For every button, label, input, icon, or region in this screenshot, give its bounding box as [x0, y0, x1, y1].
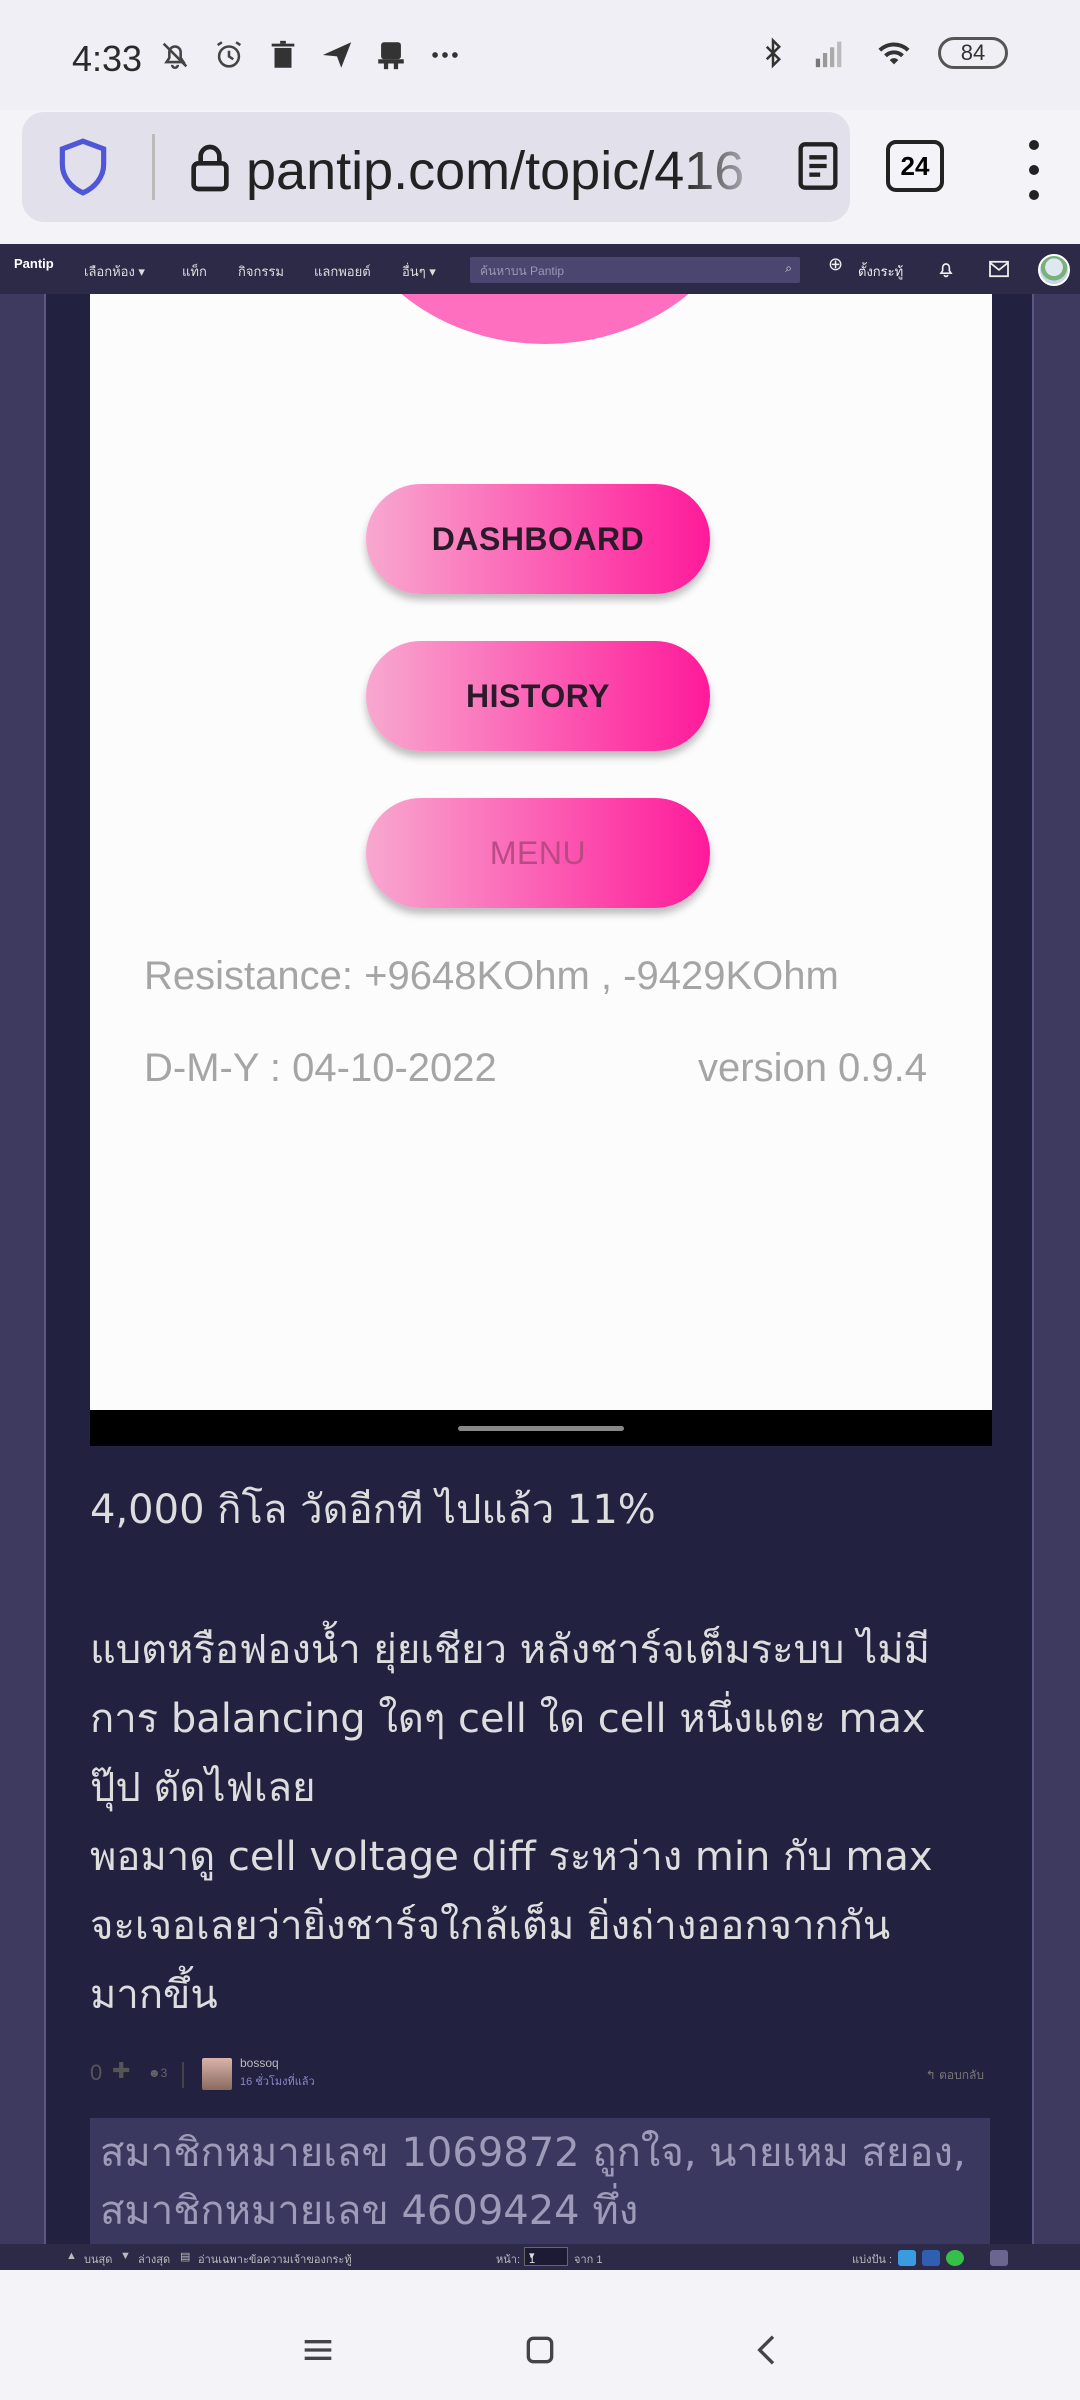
owner-only-link[interactable]: อ่านเฉพาะข้อความเจ้าของกระทู้ — [198, 2250, 352, 2268]
author-name[interactable]: bossoq — [240, 2056, 279, 2070]
line-icon[interactable] — [946, 2250, 964, 2266]
post-line: การ balancing ใดๆ cell ใด cell หนึ่งแตะ … — [90, 1696, 926, 1742]
page-select[interactable]: 1 ▾ — [524, 2247, 568, 2266]
alarm-icon — [216, 41, 242, 68]
post-line: แบตหรือฟองน้ำ ยุ่ยเชียว หลังชาร์จเต็มระบ… — [90, 1627, 930, 1673]
search-input[interactable]: ค้นหาบน Pantip ⌕ — [470, 257, 800, 283]
resistance-readout: Resistance: +9648KOhm , -9429KOhm — [144, 954, 839, 998]
user-avatar[interactable] — [1038, 254, 1070, 286]
mail-icon[interactable] — [988, 260, 1010, 278]
post-image-app-screenshot: DASHBOARD HISTORY MENU Resistance: +9648… — [90, 294, 992, 1410]
shield-icon[interactable] — [52, 136, 114, 198]
scroll-bottom-icon[interactable]: ▼ — [120, 2250, 131, 2262]
scroll-top-icon[interactable]: ▲ — [66, 2250, 77, 2262]
search-placeholder: ค้นหาบน Pantip — [480, 264, 565, 278]
post-line: มากขึ้น — [90, 1972, 218, 2018]
status-time: 4:33 — [72, 38, 143, 79]
nav-more[interactable]: อื่นๆ ▾ — [402, 261, 436, 282]
new-topic-button[interactable]: ตั้งกระทู้ — [858, 261, 903, 282]
dashboard-button: DASHBOARD — [366, 484, 710, 594]
back-icon[interactable] — [748, 2330, 788, 2370]
likes-box: สมาชิกหมายเลข 1069872 ถูกใจ, นายเหม สยอง… — [90, 2118, 990, 2248]
gesture-handle — [458, 1426, 624, 1431]
url-divider — [152, 134, 155, 200]
copy-link-icon[interactable] — [990, 2250, 1008, 2266]
new-topic-icon[interactable]: ⊕ — [828, 254, 843, 275]
post-line: จะเจอเลยว่ายิ่งชาร์จใกล้เต็ม ยิ่งถ่างออก… — [90, 1903, 891, 1949]
nav-redeem-points[interactable]: แลกพอยต์ — [314, 261, 371, 282]
meta-separator — [182, 2062, 184, 2088]
mute-bell-icon — [162, 42, 188, 69]
likes-line: สมาชิกหมายเลข 1069872 ถูกใจ, นายเหม สยอง… — [100, 2130, 966, 2176]
vote-score: 0 — [90, 2060, 103, 2085]
scroll-top-link[interactable]: บนสุด — [84, 2250, 112, 2268]
owner-only-icon[interactable]: ▤ — [180, 2250, 190, 2263]
pantip-navbar: Pantip เลือกห้อง ▾ แท็ก กิจกรรม แลกพอยต์… — [0, 244, 1080, 294]
bot-icon — [378, 42, 404, 70]
recent-apps-icon[interactable] — [298, 2330, 338, 2370]
facebook-icon[interactable] — [922, 2250, 940, 2266]
lock-icon[interactable] — [182, 138, 238, 198]
author-avatar[interactable] — [202, 2058, 232, 2090]
post-line: ปุ๊ป ตัดไฟเลย — [90, 1765, 316, 1811]
trash-icon — [271, 40, 295, 68]
page-total: จาก 1 — [574, 2254, 603, 2266]
home-icon[interactable] — [520, 2330, 560, 2370]
reply-label: ตอบกลับ — [939, 2068, 984, 2082]
post-time: 16 ชั่วโมงที่แล้ว — [240, 2076, 315, 2088]
nav-activities[interactable]: กิจกรรม — [238, 261, 284, 282]
emotion-count[interactable]: ☻3 — [148, 2066, 167, 2080]
android-nav-bar — [0, 2270, 1080, 2400]
emotion-count-value: 3 — [160, 2066, 168, 2080]
twitter-icon[interactable] — [898, 2250, 916, 2266]
battery-indicator: 84 — [938, 37, 1008, 69]
page-label: หน้า: — [496, 2254, 521, 2266]
bluetooth-icon — [765, 37, 782, 69]
reader-mode-icon[interactable] — [792, 136, 844, 196]
more-dots-icon — [432, 52, 458, 58]
wifi-icon — [878, 42, 910, 65]
menu-button: MENU — [366, 798, 710, 908]
likes-line: สมาชิกหมายเลข 4609424 ทึ่ง — [100, 2188, 639, 2234]
page-select-value: 1 — [529, 2254, 536, 2266]
tabs-count-button[interactable]: 24 — [886, 140, 944, 192]
browser-menu-button[interactable] — [1014, 140, 1054, 200]
signal-icon — [815, 41, 842, 68]
date-readout: D-M-Y : 04-10-2022 — [144, 1046, 497, 1090]
send-icon — [322, 42, 352, 68]
post-line: 4,000 กิโล วัดอีกที ไปแล้ว 11% — [90, 1487, 656, 1533]
status-bar: 4:33 84 — [0, 0, 1080, 110]
history-button: HISTORY — [366, 641, 710, 751]
search-icon[interactable]: ⌕ — [785, 261, 792, 276]
address-bar[interactable]: pantip.com/topic/416 — [22, 112, 850, 222]
reply-button[interactable]: ↰ ตอบกลับ — [926, 2066, 984, 2085]
version-readout: version 0.9.4 — [698, 1046, 928, 1090]
nav-tags[interactable]: แท็ก — [182, 261, 207, 282]
pantip-logo[interactable]: Pantip — [14, 256, 54, 271]
gauge-ring — [340, 294, 750, 344]
nav-select-room[interactable]: เลือกห้อง ▾ — [84, 261, 145, 282]
scroll-bottom-link[interactable]: ล่างสุด — [138, 2250, 170, 2268]
pantip-bottom-bar: ▲ บนสุด ▼ ล่างสุด ▤ อ่านเฉพาะข้อความเจ้า… — [0, 2244, 1080, 2270]
notification-bell-icon[interactable] — [936, 259, 956, 279]
share-label: แบ่งปัน : — [852, 2254, 893, 2266]
app-gesture-bar — [90, 1410, 992, 1446]
post-line: พอมาดู cell voltage diff ระหว่าง min กับ… — [90, 1834, 933, 1880]
url-fade — [682, 132, 772, 202]
post-meta-row: 0 ✚ ☻3 bossoq 16 ชั่วโมงที่แล้ว ↰ ตอบกลั… — [90, 2056, 990, 2094]
vote-plus-icon[interactable]: ✚ — [112, 2058, 130, 2084]
